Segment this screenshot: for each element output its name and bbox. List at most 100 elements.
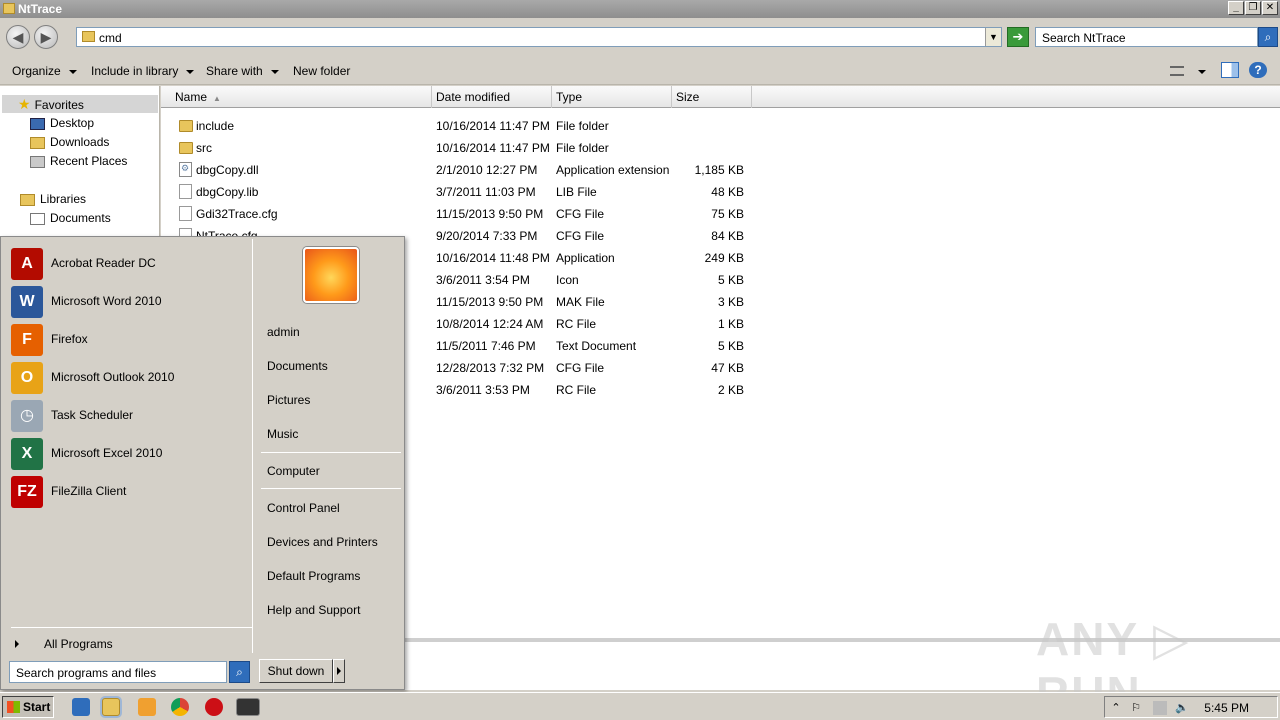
nav-favorites[interactable]: ★ Favorites	[2, 95, 158, 113]
media-player-icon[interactable]	[138, 698, 156, 716]
documents-link[interactable]: Documents	[267, 359, 328, 373]
nav-documents[interactable]: Documents	[30, 209, 111, 227]
start-button[interactable]: Start	[2, 696, 54, 718]
include-in-library-label: Include in library	[91, 64, 179, 78]
chevron-down-icon	[68, 69, 77, 74]
go-button[interactable]: ➔	[1007, 27, 1029, 47]
file-date-modified: 3/7/2011 11:03 PM	[436, 185, 536, 199]
file-date-modified: 10/16/2014 11:48 PM	[436, 251, 550, 265]
default-programs-link[interactable]: Default Programs	[267, 569, 360, 583]
address-bar[interactable]: cmd ▼	[76, 27, 1002, 47]
file-type: Application	[556, 251, 615, 265]
start-search-input[interactable]: Search programs and files	[9, 661, 227, 683]
search-input[interactable]: Search NtTrace	[1035, 27, 1258, 47]
file-date-modified: 3/6/2011 3:53 PM	[436, 383, 530, 397]
address-dropdown-button[interactable]: ▼	[985, 28, 1001, 46]
user-link[interactable]: admin	[267, 325, 300, 339]
start-label: Start	[23, 700, 51, 714]
file-type: Icon	[556, 273, 579, 287]
file-type: MAK File	[556, 295, 605, 309]
file-name: dbgCopy.dll	[196, 163, 259, 177]
all-programs-button[interactable]: All Programs	[15, 637, 113, 651]
network-icon[interactable]	[1153, 701, 1167, 715]
nav-desktop[interactable]: Desktop	[30, 114, 94, 132]
control-panel-link[interactable]: Control Panel	[267, 501, 340, 515]
help-icon[interactable]: ?	[1249, 62, 1267, 78]
opera-icon[interactable]	[205, 698, 223, 716]
shutdown-button[interactable]: Shut down	[259, 659, 333, 683]
chrome-icon[interactable]	[171, 698, 189, 716]
sort-ascending-icon: ▲	[213, 94, 221, 103]
table-row[interactable]: dbgCopy.lib 3/7/2011 11:03 PM LIB File 48 K…	[161, 181, 1280, 203]
organize-button[interactable]: Organize	[12, 64, 77, 78]
nav-recent-places[interactable]: Recent Places	[30, 152, 127, 170]
explorer-icon[interactable]	[102, 698, 120, 716]
restore-button[interactable]: ❐	[1245, 1, 1261, 15]
file-date-modified: 11/15/2013 9:50 PM	[436, 295, 544, 309]
include-in-library-button[interactable]: Include in library	[91, 64, 195, 78]
file-date-modified: 11/15/2013 9:50 PM	[436, 207, 544, 221]
nav-libraries[interactable]: Libraries	[20, 190, 86, 208]
column-date-modified[interactable]: Date modified	[432, 86, 552, 108]
minimize-button[interactable]: _	[1228, 1, 1244, 15]
forward-button[interactable]: ▶	[34, 25, 58, 49]
start-program-item[interactable]: O Microsoft Outlook 2010	[11, 360, 251, 396]
start-program-item[interactable]: ◷ Task Scheduler	[11, 398, 251, 434]
arrow-right-icon	[15, 640, 19, 648]
pictures-link[interactable]: Pictures	[267, 393, 310, 407]
table-row[interactable]: src 10/16/2014 11:47 PM File folder	[161, 137, 1280, 159]
internet-explorer-icon[interactable]	[72, 698, 90, 716]
column-size[interactable]: Size	[672, 86, 752, 108]
action-center-flag-icon[interactable]: ⚐	[1129, 701, 1143, 715]
folder-icon	[179, 142, 193, 154]
start-program-item[interactable]: FZ FileZilla Client	[11, 474, 251, 510]
start-program-item[interactable]: A Acrobat Reader DC	[11, 246, 251, 282]
folder-icon	[3, 3, 15, 14]
file-size: 47 KB	[711, 361, 744, 375]
start-program-item[interactable]: F Firefox	[11, 322, 251, 358]
table-row[interactable]: include 10/16/2014 11:47 PM File folder	[161, 115, 1280, 137]
search-icon[interactable]: ⌕	[1258, 27, 1278, 47]
file-size: 75 KB	[711, 207, 744, 221]
column-type[interactable]: Type	[552, 86, 672, 108]
close-button[interactable]: ✕	[1262, 1, 1278, 15]
firefox-icon: F	[11, 324, 43, 356]
column-name[interactable]: Name ▲	[161, 86, 432, 108]
nav-favorites-label: Favorites	[34, 98, 84, 112]
devices-printers-link[interactable]: Devices and Printers	[267, 535, 378, 549]
command-prompt-icon[interactable]	[236, 698, 260, 716]
file-date-modified: 12/28/2013 7:32 PM	[436, 361, 545, 375]
divider	[261, 452, 401, 453]
outlook-icon: O	[11, 362, 43, 394]
search-icon[interactable]: ⌕	[229, 661, 250, 683]
start-program-item[interactable]: W Microsoft Word 2010	[11, 284, 251, 320]
view-options-icon[interactable]	[1170, 66, 1184, 76]
nav-downloads[interactable]: Downloads	[30, 133, 109, 151]
shutdown-options-button[interactable]	[333, 659, 345, 683]
start-program-item[interactable]: X Microsoft Excel 2010	[11, 436, 251, 472]
start-menu-programs: A Acrobat Reader DC W Microsoft Word 2010 F F…	[3, 239, 253, 653]
computer-link[interactable]: Computer	[267, 464, 320, 478]
back-button[interactable]: ◀	[6, 25, 30, 49]
documents-icon	[30, 212, 45, 225]
start-program-label: FileZilla Client	[51, 484, 127, 498]
share-with-button[interactable]: Share with	[206, 64, 279, 78]
table-row[interactable]: dbgCopy.dll 2/1/2010 12:27 PM Application …	[161, 159, 1280, 181]
libraries-icon	[20, 193, 35, 206]
file-date-modified: 2/1/2010 12:27 PM	[436, 163, 538, 177]
show-hidden-icons-icon[interactable]: ⌃	[1109, 701, 1123, 715]
preview-pane-icon[interactable]	[1221, 62, 1239, 78]
file-type: LIB File	[556, 185, 597, 199]
volume-icon[interactable]: 🔈	[1175, 701, 1189, 715]
file-size: 249 KB	[704, 251, 744, 265]
share-with-label: Share with	[206, 64, 263, 78]
user-avatar[interactable]	[303, 247, 359, 303]
help-support-link[interactable]: Help and Support	[267, 603, 360, 617]
file-type: File folder	[556, 141, 609, 155]
chevron-down-icon[interactable]	[1198, 70, 1206, 74]
clock[interactable]: 5:45 PM	[1204, 701, 1249, 715]
new-folder-button[interactable]: New folder	[293, 64, 350, 78]
table-row[interactable]: Gdi32Trace.cfg 11/15/2013 9:50 PM CFG File…	[161, 203, 1280, 225]
word-icon: W	[11, 286, 43, 318]
music-link[interactable]: Music	[267, 427, 298, 441]
